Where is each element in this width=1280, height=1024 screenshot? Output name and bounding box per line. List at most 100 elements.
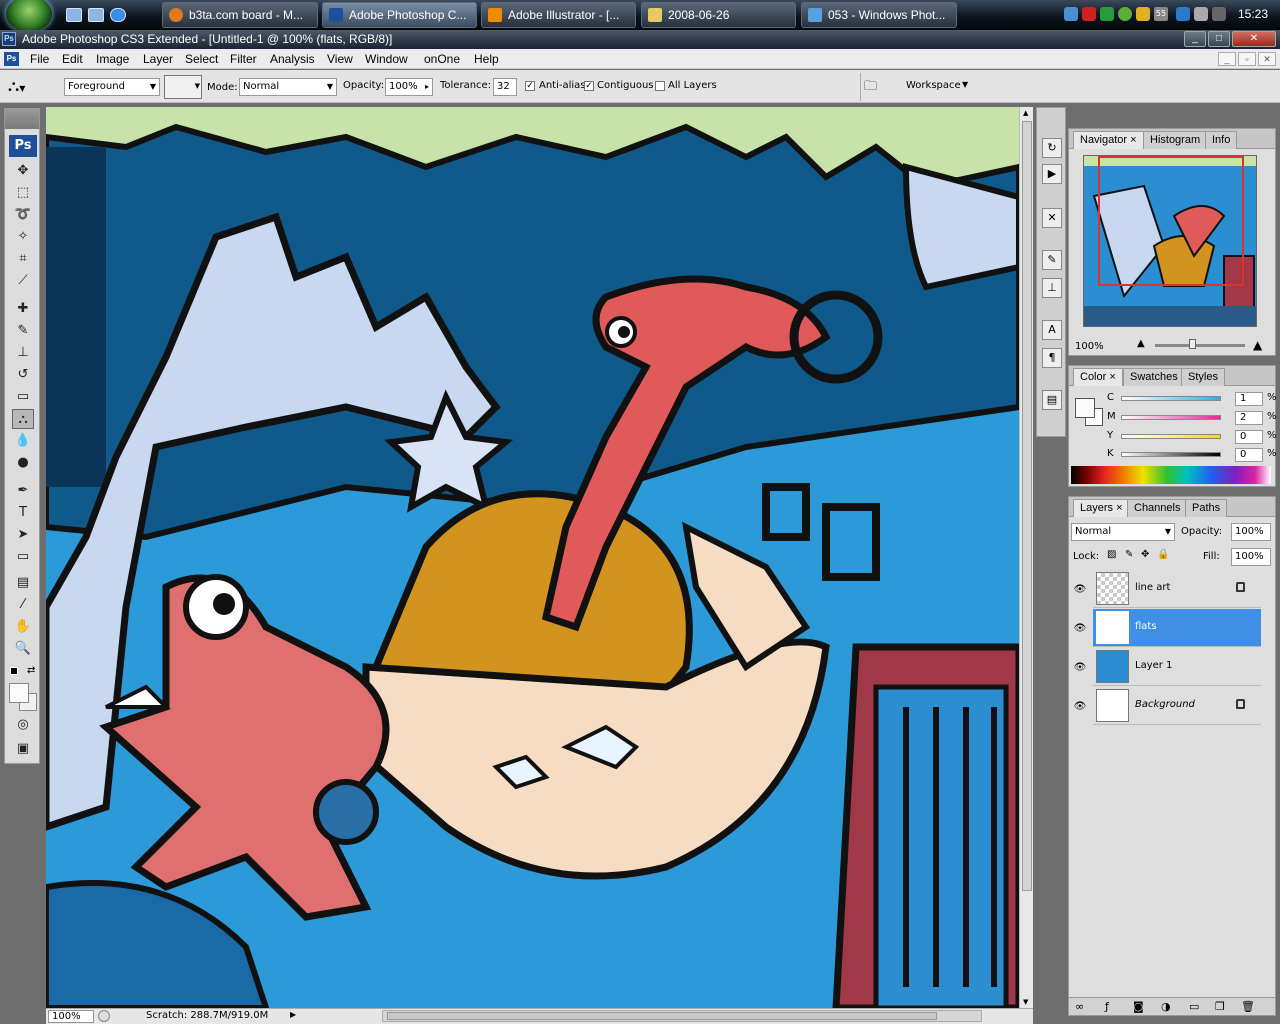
layer-row-background[interactable]: Background [1093, 687, 1261, 725]
crop-tool-icon[interactable]: ⌗ [12, 249, 34, 269]
character-panel-icon[interactable]: A [1042, 320, 1062, 340]
menu-layer[interactable]: Layer [143, 52, 173, 66]
eraser-tool-icon[interactable]: ▭ [12, 387, 34, 407]
horizontal-scroll-thumb[interactable] [387, 1012, 937, 1020]
cpu-meter[interactable]: 55 [1154, 7, 1168, 21]
paint-bucket-tool-icon[interactable]: ⛬ [12, 409, 34, 429]
lock-all-icon[interactable]: 🔒 [1157, 549, 1169, 560]
ati-icon[interactable] [1082, 7, 1096, 21]
battery-icon[interactable] [1176, 7, 1190, 21]
visibility-eye-icon[interactable]: 👁 [1073, 661, 1087, 675]
visibility-eye-icon[interactable]: 👁 [1073, 583, 1087, 597]
quick-mask-icon[interactable]: ◎ [12, 715, 34, 735]
layer-style-icon[interactable]: ƒ [1105, 1000, 1109, 1013]
blur-tool-icon[interactable]: 💧 [12, 431, 34, 451]
security-icon[interactable] [1100, 7, 1114, 21]
color-foreground-swatch[interactable] [1075, 398, 1095, 418]
adjustment-layer-icon[interactable]: ◑ [1161, 1000, 1171, 1013]
tab-paths[interactable]: Paths [1185, 499, 1228, 517]
scroll-down-icon[interactable]: ▼ [1023, 998, 1028, 1006]
marquee-tool-icon[interactable]: ⬚ [12, 183, 34, 203]
brushes-panel-icon[interactable]: ✎ [1042, 250, 1062, 270]
all-layers-checkbox[interactable] [655, 81, 665, 91]
taskbar-button-photoshop[interactable]: Adobe Photoshop C... [322, 2, 477, 28]
layer-row-line-art[interactable]: line art [1093, 570, 1261, 608]
menu-window[interactable]: Window [365, 52, 408, 66]
swap-colors-icon[interactable]: ⇄ [27, 665, 35, 676]
new-group-icon[interactable]: ▭ [1189, 1000, 1199, 1013]
healing-brush-tool-icon[interactable]: ✚ [12, 299, 34, 319]
black-slider[interactable] [1121, 452, 1221, 457]
menu-onone[interactable]: onOne [424, 52, 460, 66]
tool-presets-icon[interactable]: ✕ [1042, 208, 1062, 228]
magenta-slider[interactable] [1121, 415, 1221, 420]
actions-panel-icon[interactable]: ▶ [1042, 164, 1062, 184]
navigator-viewport-box[interactable] [1098, 156, 1244, 286]
display-icon[interactable] [1212, 7, 1226, 21]
vertical-scroll-thumb[interactable] [1022, 121, 1032, 891]
doc-restore-button[interactable]: ▫ [1238, 52, 1256, 66]
yellow-slider[interactable] [1121, 434, 1221, 439]
navigator-zoom[interactable]: 100% [1075, 341, 1104, 352]
tab-styles[interactable]: Styles [1181, 368, 1225, 386]
opacity-field[interactable]: 100% ▸ [385, 78, 433, 96]
layer-opacity-field[interactable]: 100% [1231, 523, 1271, 541]
path-selection-tool-icon[interactable]: ➤ [12, 525, 34, 545]
tab-info[interactable]: Info [1205, 131, 1238, 149]
lasso-tool-icon[interactable]: ➰ [12, 205, 34, 225]
clone-stamp-tool-icon[interactable]: ⊥ [12, 343, 34, 363]
cyan-field[interactable]: 1 [1235, 392, 1263, 406]
lock-position-icon[interactable]: ✥ [1141, 549, 1149, 560]
eyedropper-tool-icon[interactable]: ⁄ [12, 595, 34, 615]
magenta-field[interactable]: 2 [1235, 411, 1263, 425]
menu-edit[interactable]: Edit [62, 52, 83, 66]
menu-help[interactable]: Help [474, 52, 499, 66]
type-tool-icon[interactable]: T [12, 503, 34, 523]
menu-file[interactable]: File [30, 52, 49, 66]
minimize-button[interactable]: _ [1184, 31, 1206, 47]
zoom-tool-icon[interactable]: 🔍 [12, 639, 34, 659]
taskbar-button-illustrator[interactable]: Adobe Illustrator - [... [481, 2, 636, 28]
magic-wand-tool-icon[interactable]: ✧ [12, 227, 34, 247]
yellow-field[interactable]: 0 [1235, 430, 1263, 444]
navigator-zoom-slider[interactable] [1155, 344, 1245, 347]
history-panel-icon[interactable]: ↻ [1042, 138, 1062, 158]
show-desktop-icon[interactable] [66, 8, 82, 22]
link-layers-icon[interactable]: ∞ [1075, 1000, 1084, 1013]
paint-bucket-preset-icon[interactable]: ⛬▼ [8, 76, 44, 96]
default-colors-icon[interactable] [10, 667, 18, 675]
new-layer-icon[interactable]: ❐ [1215, 1000, 1225, 1013]
shape-tool-icon[interactable]: ▭ [12, 547, 34, 567]
menu-filter[interactable]: Filter [230, 52, 257, 66]
tab-histogram[interactable]: Histogram [1143, 131, 1208, 149]
file-browser-icon[interactable]: 🗀 [864, 77, 886, 95]
history-brush-tool-icon[interactable]: ↺ [12, 365, 34, 385]
taskbar-button-firefox[interactable]: b3ta.com board - M... [162, 2, 318, 28]
doc-minimize-button[interactable]: _ [1218, 52, 1236, 66]
status-arrow-icon[interactable]: ▶ [290, 1010, 296, 1019]
document-icon[interactable]: Ps [4, 52, 19, 66]
paragraph-panel-icon[interactable]: ¶ [1042, 348, 1062, 368]
foreground-color-swatch[interactable] [9, 683, 29, 703]
zoom-out-icon[interactable]: ▲ [1137, 338, 1145, 349]
move-tool-icon[interactable]: ✥ [12, 161, 34, 181]
brush-tool-icon[interactable]: ✎ [12, 321, 34, 341]
navigator-thumbnail[interactable] [1083, 155, 1257, 327]
vertical-scrollbar[interactable]: ▲ ▼ [1019, 107, 1033, 1008]
clone-source-icon[interactable]: ⊥ [1042, 278, 1062, 298]
menu-view[interactable]: View [327, 52, 353, 66]
tab-color[interactable]: Color × [1073, 368, 1123, 386]
hand-tool-icon[interactable]: ✋ [12, 617, 34, 637]
switch-windows-icon[interactable] [88, 8, 104, 22]
doc-close-button[interactable]: ✕ [1258, 52, 1276, 66]
photoshop-logo[interactable]: Ps [9, 135, 37, 157]
visibility-eye-icon[interactable]: 👁 [1073, 700, 1087, 714]
tab-navigator[interactable]: Navigator × [1073, 131, 1144, 149]
color-spectrum-bar[interactable] [1071, 466, 1271, 484]
slice-tool-icon[interactable]: ⟋ [12, 271, 34, 291]
visibility-eye-icon[interactable]: 👁 [1073, 622, 1087, 636]
fill-source-select[interactable]: Foreground ▼ [64, 78, 160, 96]
zoom-in-icon[interactable]: ▲ [1253, 338, 1262, 352]
close-button[interactable]: ✕ [1232, 31, 1276, 47]
volume-icon[interactable] [1194, 7, 1208, 21]
